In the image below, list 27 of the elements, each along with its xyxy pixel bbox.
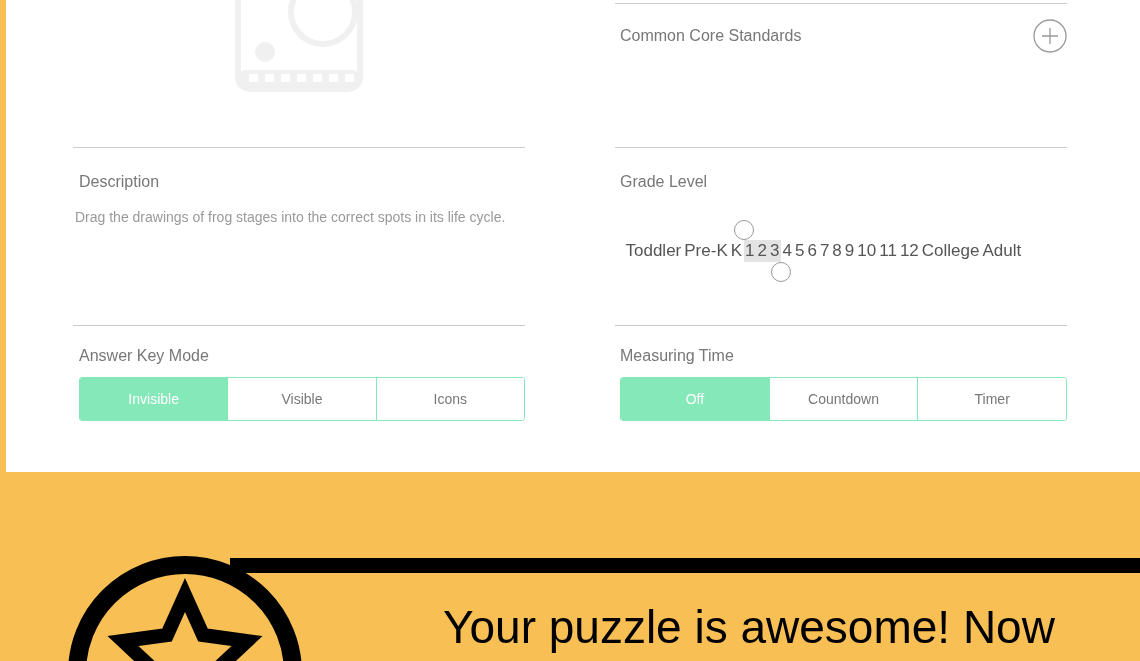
- grade-option[interactable]: College: [920, 240, 981, 262]
- grade-option[interactable]: 11: [877, 240, 899, 262]
- section-label: Grade Level: [619, 172, 709, 192]
- grade-option[interactable]: 12: [898, 240, 921, 262]
- section-label: Description: [78, 172, 161, 192]
- grade-option[interactable]: 8: [830, 240, 844, 262]
- segment-option[interactable]: Icons: [375, 378, 524, 420]
- banner-text: Your puzzle is awesome! Now: [443, 600, 1055, 654]
- range-start-handle[interactable]: [733, 220, 754, 240]
- grade-option[interactable]: K: [729, 240, 744, 262]
- grade-option[interactable]: 4: [781, 240, 794, 262]
- grade-option[interactable]: 5: [793, 240, 806, 262]
- grade-option[interactable]: 6: [805, 240, 819, 262]
- section-label: Answer Key Mode: [78, 346, 210, 366]
- grade-option[interactable]: Pre-K: [682, 240, 730, 262]
- grade-option[interactable]: 1: [743, 240, 757, 262]
- section-label: Common Core Standards: [620, 26, 802, 46]
- grade-option[interactable]: 2: [756, 240, 769, 262]
- grade-option[interactable]: 9: [843, 240, 856, 262]
- range-end-handle[interactable]: [771, 262, 791, 282]
- grade-option[interactable]: 10: [855, 240, 878, 262]
- grade-option[interactable]: Toddler: [624, 240, 683, 262]
- grade-option[interactable]: 7: [818, 240, 831, 262]
- section-label: Measuring Time: [619, 346, 735, 366]
- segment-option[interactable]: Timer: [917, 378, 1066, 420]
- grade-option[interactable]: Adult: [980, 240, 1023, 262]
- add-icon[interactable]: [1033, 19, 1067, 53]
